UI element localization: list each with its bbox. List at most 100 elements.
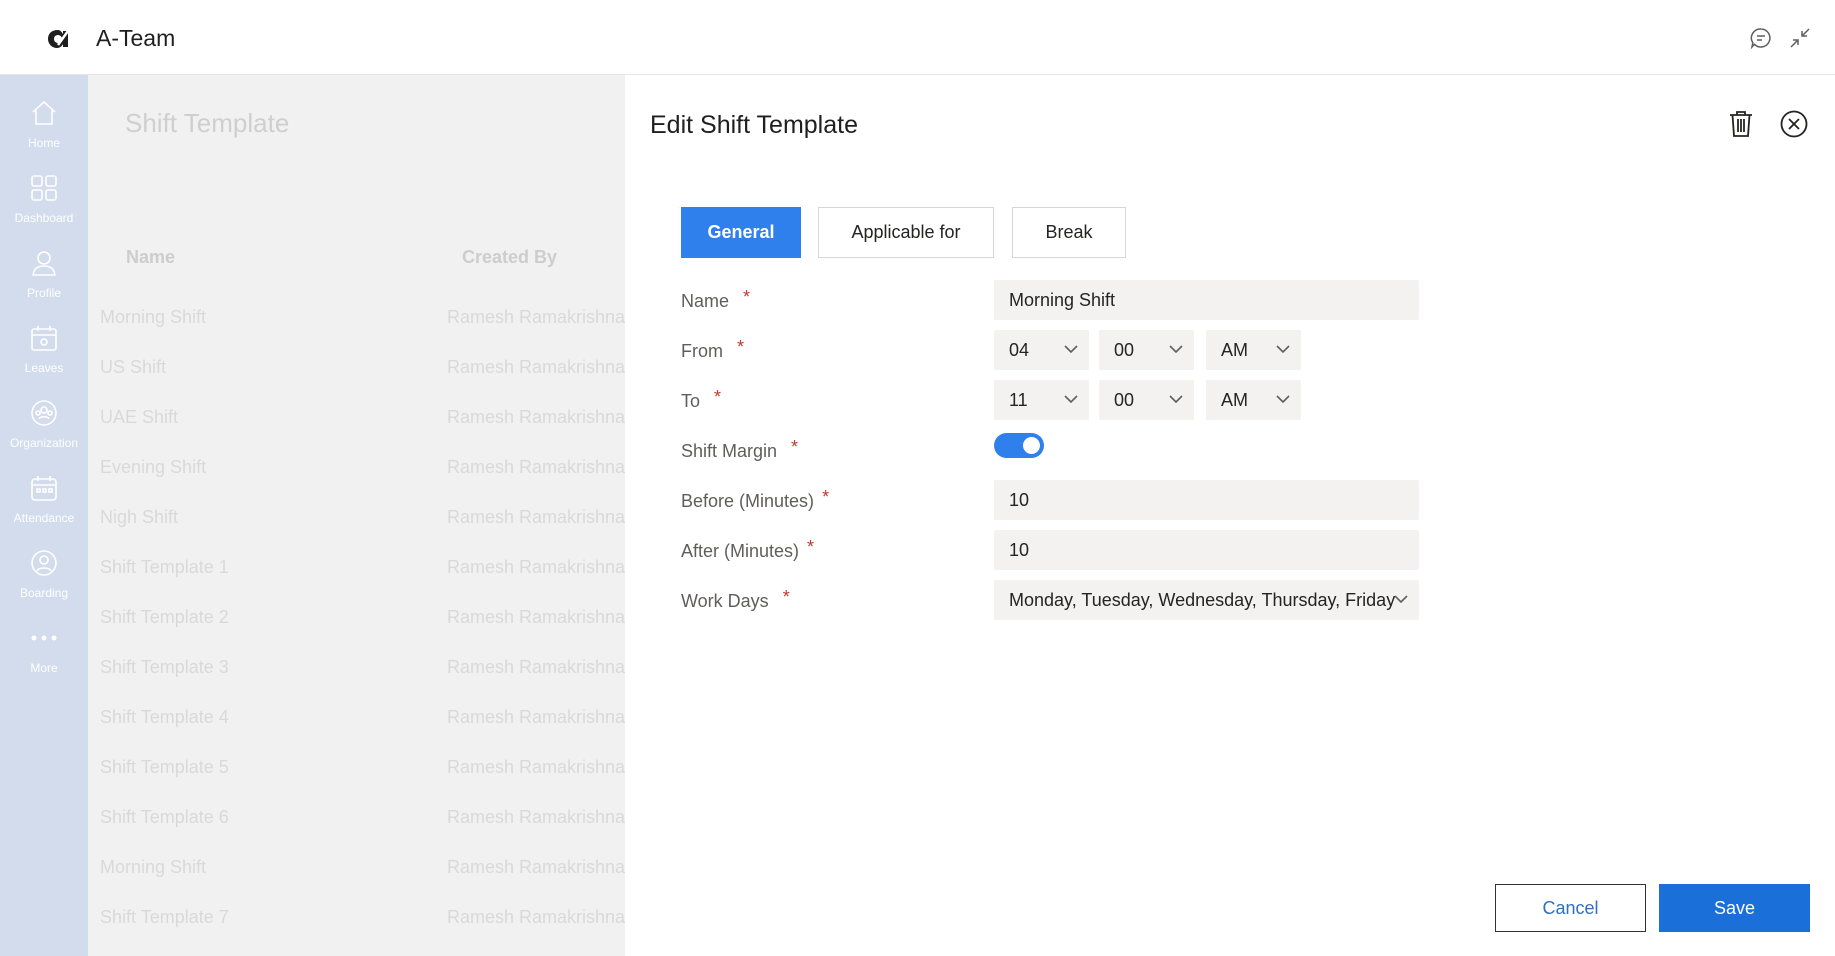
table-row[interactable]: US Shift Ramesh Ramakrishnan [88,345,625,395]
row-created-by-cell: Ramesh Ramakrishnan [447,557,625,577]
chevron-down-icon [1169,395,1183,404]
sidebar-item-label: Profile [26,286,61,300]
table-row[interactable]: Shift Template 3 Ramesh Ramakrishnan [88,645,625,695]
required-mark: * [791,437,799,457]
close-icon[interactable] [1780,110,1808,138]
shift-margin-toggle[interactable] [994,433,1044,458]
required-mark: * [782,587,790,607]
dashboard-icon [31,175,57,201]
row-name-cell: Nigh Shift [100,507,179,527]
sidebar-item-label: Organization [9,436,79,450]
name-label: Name * [681,287,751,311]
row-created-by-cell: Ramesh Ramakrishnan [447,907,625,927]
table-row[interactable]: Shift Template 8Ramesh Ramakrishnan [88,945,625,956]
chevron-down-icon [1276,345,1290,354]
required-mark: * [807,537,815,557]
profile-icon [32,251,56,276]
row-name-cell: Shift Template 1 [100,557,229,577]
sidebar-item-label: Boarding [19,586,69,600]
sidebar-item-attendance[interactable]: Attendance [0,460,88,530]
from-hour-select[interactable]: 04 [994,330,1089,370]
save-button[interactable]: Save [1659,884,1810,932]
name-input[interactable]: Morning Shift [994,280,1419,320]
row-name-cell: Shift Template 2 [100,607,229,627]
minimize-icon[interactable] [1788,26,1812,50]
row-created-by-cell: Ramesh Ramakrishnan [447,457,625,477]
sidebar-item-dashboard[interactable]: Dashboard [0,160,88,230]
table-row[interactable]: Shift Template 5 Ramesh Ramakrishnan [88,745,625,795]
to-label: To * [681,387,722,411]
row-name-cell: Morning Shift [100,857,207,877]
edit-shift-template-panel: Edit Shift Template General Applicable f… [625,75,1835,956]
app-logo-icon [48,30,70,48]
row-name-cell: Shift Template 6 [100,807,229,827]
before-minutes-label: Before (Minutes) * [681,487,830,511]
sidebar-item-leaves[interactable]: Leaves [0,310,88,380]
sidebar-item-home[interactable]: Home [0,85,88,155]
row-created-by-cell: Ramesh Ramakrishnan [447,357,625,377]
row-created-by-cell: Ramesh Ramakrishnan [447,307,625,327]
chevron-down-icon [1394,595,1408,604]
required-mark: * [743,287,751,307]
tab-break[interactable]: Break [1012,207,1126,258]
after-minutes-label: After (Minutes) * [681,537,815,561]
required-mark: * [737,337,745,357]
to-ampm-select[interactable]: AM [1206,380,1301,420]
attendance-icon [31,476,57,501]
sidebar-item-label: Home [27,136,60,150]
table-row[interactable]: Shift Template 2 Ramesh Ramakrishnan [88,595,625,645]
sidebar-item-organization[interactable]: Organization [0,385,88,455]
trash-icon[interactable] [1729,110,1753,138]
tab-general[interactable]: General [681,207,801,258]
row-name-cell: Shift Template 7 [100,907,229,927]
to-minute-select[interactable]: 00 [1099,380,1194,420]
before-minutes-value: 10 [1009,489,1030,510]
row-name-cell: Morning Shift [100,307,207,327]
chevron-down-icon [1276,395,1290,404]
to-ampm-value: AM [1221,389,1248,410]
table-row[interactable]: Evening Shift Ramesh Ramakrishnan [88,445,625,495]
row-created-by-cell: Ramesh Ramakrishnan [447,757,625,777]
from-ampm-select[interactable]: AM [1206,330,1301,370]
column-header-created-by: Created By [462,247,558,267]
table-row[interactable]: Nigh Shift Ramesh Ramakrishnan [88,495,625,545]
panel-title: Edit Shift Template [650,111,858,139]
row-name-cell: Shift Template 5 [100,757,229,777]
sidebar-item-label: More [30,661,58,675]
chevron-down-icon [1169,345,1183,354]
row-created-by-cell: Ramesh Ramakrishnan [447,607,625,627]
from-minute-value: 00 [1114,339,1135,360]
more-icon [31,635,57,641]
sidebar-item-profile[interactable]: Profile [0,235,88,305]
tab-applicable-for[interactable]: Applicable for [818,207,994,258]
row-created-by-cell: Ramesh Ramakrishnan [447,507,625,527]
table-row[interactable]: Morning Shift Ramesh Ramakrishnan [88,845,625,895]
table-row[interactable]: Morning Shift Ramesh Ramakrishnan [88,295,625,345]
home-icon [32,100,56,125]
sidebar-item-boarding[interactable]: Boarding [0,535,88,605]
table-row[interactable]: Shift Template 4 Ramesh Ramakrishnan [88,695,625,745]
from-minute-select[interactable]: 00 [1099,330,1194,370]
table-row[interactable]: Shift Template 6 Ramesh Ramakrishnan [88,795,625,845]
chevron-down-icon [1064,395,1078,404]
from-label: From * [681,337,745,361]
row-name-cell: UAE Shift [100,407,179,427]
to-hour-select[interactable]: 11 [994,380,1089,420]
before-minutes-input[interactable]: 10 [994,480,1419,520]
list-title: Shift Template [125,108,290,138]
sidebar-item-more[interactable]: More [0,610,88,680]
row-created-by-cell: Ramesh Ramakrishnan [447,807,625,827]
column-header-name: Name [126,247,176,267]
row-created-by-cell: Ramesh Ramakrishnan [447,407,625,427]
row-name-cell: Shift Template 3 [100,657,229,677]
row-name-cell: Shift Template 4 [100,707,229,727]
row-name-cell: Evening Shift [100,457,207,477]
work-days-select[interactable]: Monday, Tuesday, Wednesday, Thursday, Fr… [994,580,1419,620]
table-row[interactable]: Shift Template 1 Ramesh Ramakrishnan [88,545,625,595]
after-minutes-input[interactable]: 10 [994,530,1419,570]
cancel-button[interactable]: Cancel [1495,884,1646,932]
table-row[interactable]: UAE Shift Ramesh Ramakrishnan [88,395,625,445]
table-row[interactable]: Shift Template 7 Ramesh Ramakrishnan [88,895,625,945]
chat-icon[interactable] [1749,26,1773,50]
to-minute-value: 00 [1114,389,1135,410]
